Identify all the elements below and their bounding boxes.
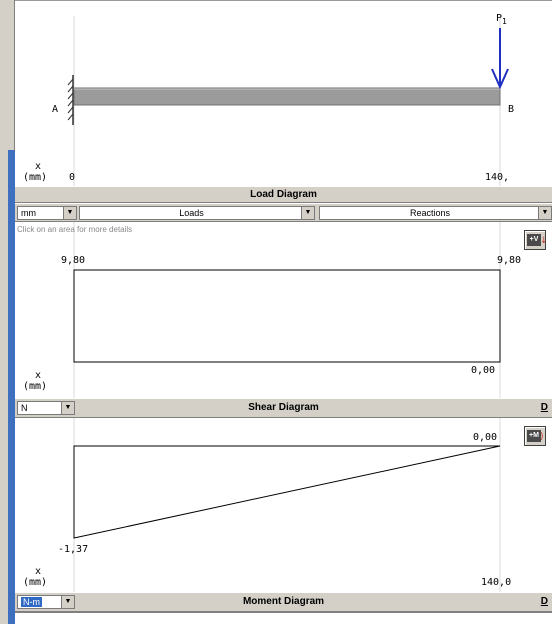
curved-arrow-icon: ) [540, 432, 544, 442]
add-moment-button[interactable]: +M ) [524, 426, 546, 446]
shear-diagram-panel[interactable]: 9,80 9,80 0,00 x (mm) +V ↓ [15, 222, 552, 398]
x-axis-unit: (mm) [23, 381, 48, 392]
shear-d-button[interactable]: D [541, 402, 548, 413]
shear-value-right-top: 9,80 [497, 255, 522, 266]
shear-value-left-top: 9,80 [61, 255, 86, 266]
load-diagram-titlebar: Load Diagram [15, 186, 552, 203]
shear-hint-text: Click on an area for more details [17, 225, 133, 234]
moment-diagram-canvas [73, 418, 501, 592]
moment-diagram-title: Moment Diagram [242, 596, 325, 607]
chevron-down-icon: ▼ [301, 207, 314, 219]
shear-diagram-title: Shear Diagram [248, 402, 319, 413]
left-border-accent [8, 150, 15, 624]
x-axis-label: x [35, 566, 42, 577]
bottom-edge [15, 612, 552, 624]
load-diagram-canvas [67, 16, 509, 186]
moment-value-right-top: 0,00 [473, 432, 498, 443]
point-a-label: A [52, 104, 59, 115]
load-label: P1 [496, 13, 507, 26]
chevron-down-icon: ▼ [538, 207, 551, 219]
unit-select-mm[interactable]: mm ▼ [17, 206, 77, 220]
left-border [0, 0, 15, 624]
shear-diagram-titlebar: N ▼ Shear Diagram D [15, 398, 552, 418]
point-load-arrow-icon[interactable] [491, 28, 509, 90]
load-diagram-controls: mm ▼ Loads ▼ Reactions ▼ [15, 203, 552, 222]
chevron-down-icon: ▼ [63, 207, 76, 219]
moment-diagram-panel[interactable]: 0,00 -1,37 x (mm) 140,0 +M ) [15, 418, 552, 592]
beam[interactable] [73, 87, 501, 106]
x-start-value: 0 [69, 172, 76, 183]
x-end-value: 140, [485, 172, 510, 183]
shear-value-right-bottom: 0,00 [471, 365, 496, 376]
moment-d-button[interactable]: D [541, 596, 548, 607]
x-axis-unit: (mm) [23, 172, 48, 183]
x-axis-unit: (mm) [23, 577, 48, 588]
fixed-support-icon [67, 75, 74, 125]
plus-v-icon: +V [527, 234, 541, 246]
arrow-down-icon: ↓ [540, 236, 548, 246]
load-diagram-title: Load Diagram [250, 189, 317, 200]
plus-m-icon: +M [527, 430, 541, 442]
moment-value-left-bottom: -1,37 [58, 544, 89, 555]
reactions-select[interactable]: Reactions ▼ [319, 206, 552, 220]
point-b-label: B [508, 104, 515, 115]
add-shear-button[interactable]: +V ↓ [524, 230, 548, 250]
x-axis-label: x [35, 370, 42, 381]
x-end-value: 140,0 [481, 577, 512, 588]
x-axis-label: x [35, 161, 42, 172]
moment-area[interactable] [73, 445, 501, 539]
moment-diagram-titlebar: N-m ▼ Moment Diagram D [15, 592, 552, 612]
load-diagram-panel[interactable]: P1 A B x (mm) 0 140, [15, 0, 552, 186]
shear-area[interactable] [73, 269, 501, 363]
loads-select[interactable]: Loads ▼ [79, 206, 315, 220]
